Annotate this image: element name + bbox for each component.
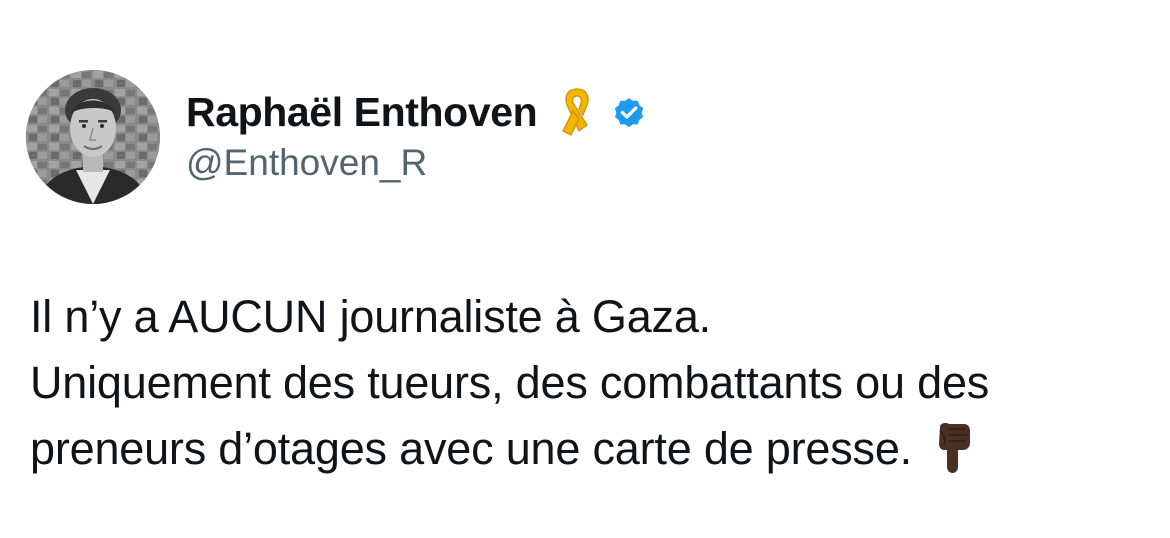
tweet-text-line-last: preneurs d’otages avec une carte de pres…: [30, 416, 1155, 482]
tweet-body: Il n’y a AUCUN journaliste à Gaza. Uniqu…: [30, 284, 1155, 482]
avatar-photo: [26, 70, 160, 204]
author-avatar[interactable]: [26, 70, 160, 204]
author-display-name[interactable]: Raphaël Enthoven: [186, 89, 538, 136]
author-handle[interactable]: @Enthoven_R: [186, 142, 427, 184]
tweet-text-line: Uniquement des tueurs, des combattants o…: [30, 357, 990, 408]
tweet-text-line: Il n’y a AUCUN journaliste à Gaza.: [30, 291, 711, 342]
yellow-ribbon-icon: [557, 85, 597, 139]
author-name-row: Raphaël Enthoven: [186, 84, 647, 140]
verified-badge-icon[interactable]: [611, 94, 647, 130]
pointing-down-hand-icon: [934, 421, 974, 474]
tweet-card: Raphaël Enthoven @Enthoven_R Il n’y a AU…: [0, 0, 1170, 538]
tweet-text-line: preneurs d’otages avec une carte de pres…: [30, 423, 912, 474]
